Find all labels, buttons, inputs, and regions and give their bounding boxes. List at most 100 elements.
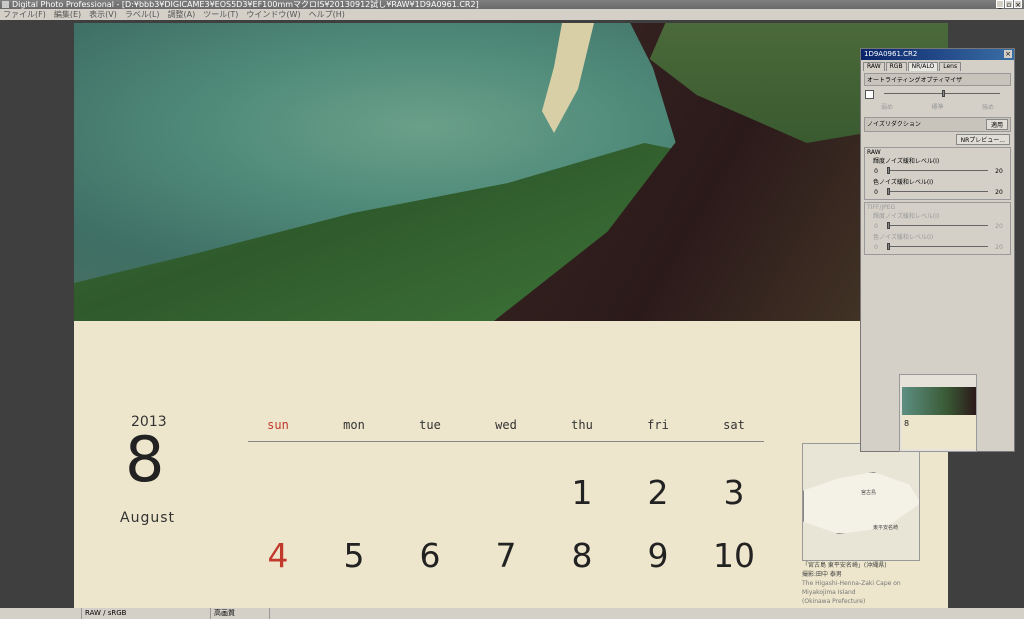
app-icon <box>2 1 9 8</box>
alo-checkbox[interactable] <box>865 89 874 99</box>
minimize-button[interactable]: _ <box>996 0 1004 9</box>
raw-luma-slider[interactable] <box>887 167 988 175</box>
palette-title-bar[interactable]: 1D9A0961.CR2 × <box>861 49 1014 60</box>
raw-chroma-label: 色ノイズ緩和レベル(I) <box>873 179 934 186</box>
raw-luma-label: 輝度ノイズ緩和レベル(I) <box>873 158 940 165</box>
tiff-chroma-label: 色ノイズ緩和レベル(I) <box>873 234 934 241</box>
tiff-chroma-min: 0 <box>874 243 878 251</box>
close-button[interactable]: × <box>1014 0 1022 9</box>
menu-view[interactable]: 表示(V) <box>89 9 117 20</box>
map-island <box>803 472 919 534</box>
tiff-luma-slider[interactable] <box>887 222 988 230</box>
tiff-luma-row: 0 20 <box>871 220 1004 232</box>
alo-slider[interactable] <box>884 90 1000 98</box>
day-cell <box>476 473 536 512</box>
day-cell <box>324 473 384 512</box>
photo-caption: 「宮古島 東平安名崎」(沖縄県) 撮影:田中 泰男 The Higashi-He… <box>802 561 948 606</box>
tiff-chroma-thumb[interactable] <box>887 243 890 250</box>
raw-luma-track <box>887 170 988 171</box>
weekday-thu: thu <box>571 418 593 432</box>
window-controls: _ ▫ × <box>996 0 1022 9</box>
menu-tools[interactable]: ツール(T) <box>203 9 238 20</box>
tiff-chroma-track <box>887 246 988 247</box>
weekday-tue: tue <box>419 418 441 432</box>
tab-rgb[interactable]: RGB <box>885 62 907 71</box>
palette-tabs: RAW RGB NR/ALO Lens <box>861 60 1014 71</box>
day-cell: 2 <box>647 473 669 512</box>
apply-button[interactable]: 適用 <box>985 119 1008 130</box>
day-cell: 3 <box>723 473 745 512</box>
raw-luma-thumb[interactable] <box>887 167 890 174</box>
day-cell: 8 <box>571 536 593 575</box>
caption-english-1: The Higashi-Henna-Zaki Cape on <box>802 580 901 587</box>
calendar-week-2: 4 5 6 7 8 9 10 <box>248 536 764 575</box>
thumbnail-calendar <box>902 415 976 449</box>
menu-adjust[interactable]: 調整(A) <box>168 9 196 20</box>
menu-help[interactable]: ヘルプ(H) <box>309 9 345 20</box>
tiff-chroma-row: 0 20 <box>871 241 1004 253</box>
menu-edit[interactable]: 編集(E) <box>54 9 81 20</box>
raw-chroma-row: 0 20 <box>871 186 1004 198</box>
window-title: Digital Photo Professional - [D:¥bbb3¥DI… <box>12 0 479 9</box>
raw-chroma-slider[interactable] <box>887 188 988 196</box>
thumbnail-month: 8 <box>904 419 910 428</box>
day-cell: 4 <box>267 536 289 575</box>
alo-level-high: 強め <box>981 104 994 111</box>
tiff-nr-section: TIFF/JPEG 輝度ノイズ緩和レベル(I) 0 20 色ノイズ緩和レベル(I… <box>864 202 1011 255</box>
nr-heading-label: ノイズリダクション <box>867 121 921 128</box>
photo-landscape <box>74 23 948 321</box>
title-bar: Digital Photo Professional - [D:¥bbb3¥DI… <box>0 0 1024 9</box>
tab-lens[interactable]: Lens <box>939 62 962 71</box>
alo-level-std: 標準 <box>931 104 944 111</box>
weekday-header: sun mon tue wed thu fri sat <box>248 418 764 432</box>
location-map: 宮古島 東平安名崎 <box>802 443 920 561</box>
map-label-island: 宮古島 <box>861 490 877 496</box>
nr-preview-button[interactable]: NRプレビュー... <box>955 134 1010 145</box>
raw-luma-max: 20 <box>995 167 1003 175</box>
calendar-month-number: 8 <box>125 423 165 496</box>
weekday-sat: sat <box>723 418 745 432</box>
raw-chroma-thumb[interactable] <box>887 188 890 195</box>
calendar-week-1: 1 2 3 <box>248 473 764 512</box>
weekday-divider <box>248 441 764 442</box>
navigator-thumbnail[interactable]: 8 <box>899 374 977 452</box>
status-bar: RAW / sRGB 高画質 <box>0 608 1024 619</box>
day-cell: 1 <box>571 473 593 512</box>
day-cell: 5 <box>343 536 365 575</box>
nr-preview-row: NRプレビュー... <box>865 134 1010 145</box>
image-view[interactable]: 2 0 1 3 8 August sun mon tue wed thu fri sa… <box>74 23 948 608</box>
alo-slider-thumb[interactable] <box>942 90 945 97</box>
tiff-luma-thumb[interactable] <box>887 222 890 229</box>
thumbnail-photo <box>902 387 976 415</box>
caption-english-3: (Okinawa Prefecture) <box>802 598 866 605</box>
raw-luma-min: 0 <box>874 167 878 175</box>
weekday-sun: sun <box>267 418 289 432</box>
palette-title: 1D9A0961.CR2 <box>864 50 918 58</box>
day-cell: 10 <box>713 536 755 575</box>
menu-window[interactable]: ウインドウ(W) <box>246 9 300 20</box>
alo-heading: オートライティングオプティマイザ <box>864 73 1011 86</box>
tab-raw[interactable]: RAW <box>863 62 885 71</box>
menu-label[interactable]: ラベル(L) <box>125 9 160 20</box>
weekday-mon: mon <box>343 418 365 432</box>
day-cell: 9 <box>647 536 669 575</box>
status-fill <box>270 608 1024 619</box>
alo-level-labels: 弱め 標準 強め <box>881 102 994 111</box>
calendar-month-name: August <box>120 510 175 526</box>
tiff-luma-label: 輝度ノイズ緩和レベル(I) <box>873 213 940 220</box>
menu-file[interactable]: ファイル(F) <box>3 9 46 20</box>
caption-english-2: Miyakojima Island <box>802 589 856 596</box>
status-blank <box>0 608 82 619</box>
tiff-chroma-slider[interactable] <box>887 243 988 251</box>
tab-nr-alo[interactable]: NR/ALO <box>907 62 939 71</box>
raw-nr-section: RAW 輝度ノイズ緩和レベル(I) 0 20 色ノイズ緩和レベル(I) 0 20 <box>864 147 1011 200</box>
tiff-luma-min: 0 <box>874 222 878 230</box>
status-quality: 高画質 <box>211 608 270 619</box>
alo-heading-label: オートライティングオプティマイザ <box>867 77 963 84</box>
map-label-cape: 東平安名崎 <box>873 525 899 531</box>
weekday-wed: wed <box>495 418 517 432</box>
raw-luma-row: 0 20 <box>871 165 1004 177</box>
palette-close-button[interactable]: × <box>1004 50 1012 58</box>
raw-chroma-max: 20 <box>995 188 1003 196</box>
restore-button[interactable]: ▫ <box>1005 0 1013 9</box>
